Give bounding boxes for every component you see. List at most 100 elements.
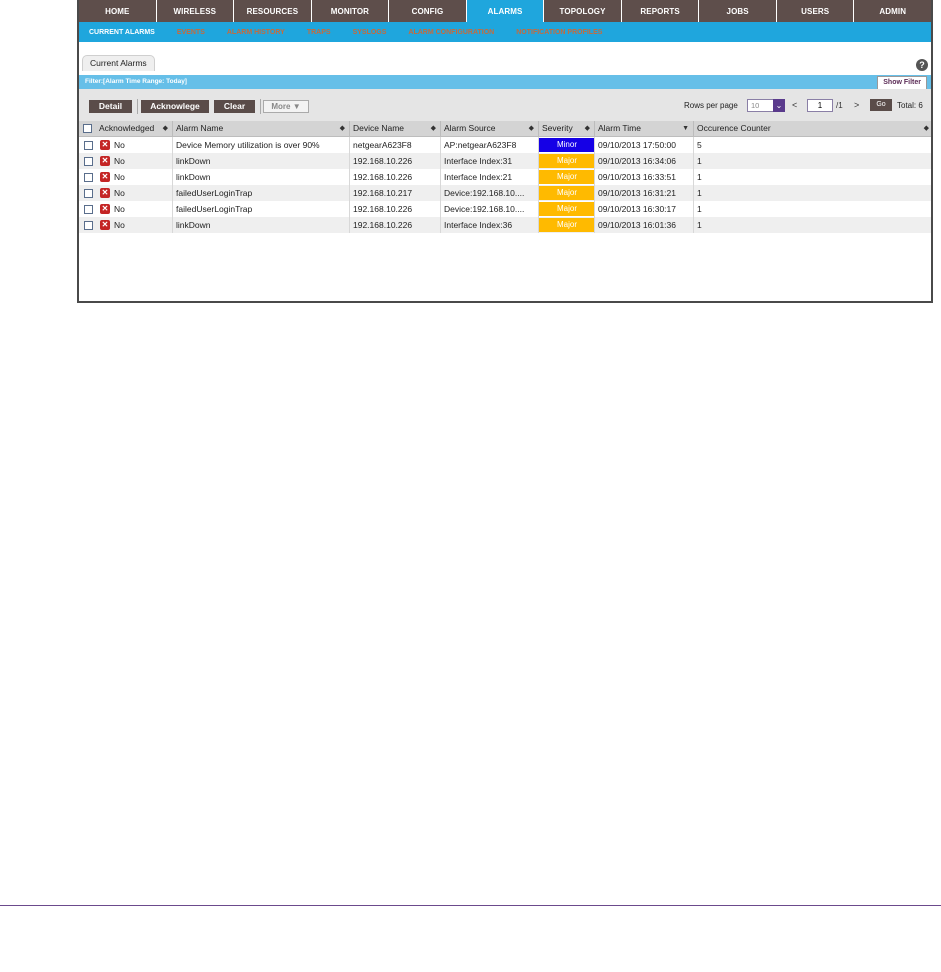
- ack-value: No: [114, 220, 125, 230]
- table-row[interactable]: ✕ No Device Memory utilization is over 90%…: [79, 137, 931, 153]
- count-cell: 1: [693, 153, 931, 169]
- time-cell: 09/10/2013 16:34:06: [594, 153, 693, 169]
- row-checkbox[interactable]: [84, 173, 93, 182]
- table-row[interactable]: ✕ No failedUserLoginTrap 192.168.10.226 Devi…: [79, 201, 931, 217]
- col-alarm-time[interactable]: Alarm Time ▼: [594, 121, 693, 136]
- ack-value: No: [114, 156, 125, 166]
- select-all-checkbox[interactable]: [83, 124, 92, 133]
- not-acknowledged-icon: ✕: [100, 204, 110, 214]
- col-device-name[interactable]: Device Name ◆: [349, 121, 440, 136]
- subnav-alarm-configuration[interactable]: ALARM CONFIGURATION: [408, 29, 494, 36]
- severity-cell: Major: [538, 201, 594, 217]
- nav-resources[interactable]: RESOURCES: [234, 0, 312, 22]
- row-checkbox[interactable]: [84, 205, 93, 214]
- nav-monitor[interactable]: MONITOR: [312, 0, 390, 22]
- acknowledge-button[interactable]: Acknowlege: [141, 100, 209, 113]
- subnav-notification-profiles[interactable]: NOTIFICATION PROFILES: [516, 29, 602, 36]
- count-cell: 1: [693, 185, 931, 201]
- nav-jobs[interactable]: JOBS: [699, 0, 777, 22]
- col-occurence-counter[interactable]: Occurence Counter ◆: [693, 121, 931, 136]
- sort-desc-icon: ▼: [682, 125, 689, 132]
- col-label: Severity: [542, 123, 573, 133]
- next-page-icon[interactable]: >: [854, 100, 859, 110]
- time-cell: 09/10/2013 17:50:00: [594, 137, 693, 153]
- sort-icon: ◆: [923, 125, 929, 132]
- rows-per-page-label: Rows per page: [684, 101, 738, 110]
- severity-badge: Major: [539, 170, 594, 184]
- show-filter-button[interactable]: Show Filter: [877, 76, 927, 90]
- severity-cell: Major: [538, 169, 594, 185]
- col-alarm-name[interactable]: Alarm Name ◆: [172, 121, 349, 136]
- help-icon[interactable]: ?: [916, 59, 928, 71]
- not-acknowledged-icon: ✕: [100, 140, 110, 150]
- rows-per-page-select[interactable]: 10: [747, 99, 774, 112]
- chevron-down-icon[interactable]: ⌄: [773, 99, 785, 112]
- nav-users[interactable]: USERS: [777, 0, 855, 22]
- page-number-input[interactable]: 1: [807, 99, 833, 112]
- count-cell: 1: [693, 201, 931, 217]
- time-cell: 09/10/2013 16:31:21: [594, 185, 693, 201]
- page-divider: [0, 905, 941, 906]
- filter-text: Filter:[Alarm Time Range: Today]: [85, 78, 187, 85]
- tab-current-alarms[interactable]: Current Alarms: [82, 55, 155, 71]
- detail-button[interactable]: Detail: [89, 100, 132, 113]
- col-severity[interactable]: Severity ◆: [538, 121, 594, 136]
- severity-badge: Major: [539, 186, 594, 200]
- prev-page-icon[interactable]: <: [792, 100, 797, 110]
- ack-value: No: [114, 140, 125, 150]
- row-checkbox[interactable]: [84, 221, 93, 230]
- table-row[interactable]: ✕ No failedUserLoginTrap 192.168.10.217 Devi…: [79, 185, 931, 201]
- subnav-alarm-history[interactable]: ALARM HISTORY: [227, 29, 285, 36]
- col-label: Alarm Source: [444, 123, 496, 133]
- not-acknowledged-icon: ✕: [100, 172, 110, 182]
- go-button[interactable]: Go: [870, 99, 892, 111]
- device-cell: 192.168.10.217: [349, 185, 440, 201]
- row-checkbox[interactable]: [84, 141, 93, 150]
- more-dropdown[interactable]: More ▼: [263, 100, 309, 113]
- nav-home[interactable]: HOME: [79, 0, 157, 22]
- device-cell: 192.168.10.226: [349, 201, 440, 217]
- ack-value: No: [114, 188, 125, 198]
- clear-button[interactable]: Clear: [214, 100, 255, 113]
- col-label: Occurence Counter: [697, 123, 771, 133]
- severity-badge: Major: [539, 154, 594, 168]
- col-label: Alarm Name: [176, 123, 224, 133]
- col-label: Alarm Time: [598, 123, 641, 133]
- col-acknowledged[interactable]: Acknowledged ◆: [96, 121, 172, 136]
- severity-badge: Major: [539, 218, 594, 232]
- sort-icon: ◆: [528, 125, 534, 132]
- table-row[interactable]: ✕ No linkDown 192.168.10.226 Interface Index…: [79, 217, 931, 233]
- nav-wireless[interactable]: WIRELESS: [157, 0, 235, 22]
- subnav-traps[interactable]: TRAPS: [307, 29, 331, 36]
- subnav-events[interactable]: EVENTS: [177, 29, 205, 36]
- subnav-syslogs[interactable]: SYSLOGS: [353, 29, 387, 36]
- severity-cell: Minor: [538, 137, 594, 153]
- count-cell: 1: [693, 169, 931, 185]
- nav-config[interactable]: CONFIG: [389, 0, 467, 22]
- subnav-current-alarms[interactable]: CURRENT ALARMS: [89, 29, 155, 36]
- count-cell: 1: [693, 217, 931, 233]
- filter-bar: Filter:[Alarm Time Range: Today] Show Fi…: [79, 75, 931, 90]
- ack-cell: ✕ No: [79, 185, 172, 201]
- ack-cell: ✕ No: [79, 201, 172, 217]
- name-cell: failedUserLoginTrap: [172, 201, 349, 217]
- nav-topology[interactable]: TOPOLOGY: [544, 0, 622, 22]
- sort-icon: ◆: [584, 125, 590, 132]
- table-row[interactable]: ✕ No linkDown 192.168.10.226 Interface Index…: [79, 169, 931, 185]
- table-row[interactable]: ✕ No linkDown 192.168.10.226 Interface Index…: [79, 153, 931, 169]
- alarms-window: HOME WIRELESS RESOURCES MONITOR CONFIG A…: [77, 0, 933, 303]
- severity-badge: Major: [539, 202, 594, 216]
- col-alarm-source[interactable]: Alarm Source ◆: [440, 121, 538, 136]
- time-cell: 09/10/2013 16:33:51: [594, 169, 693, 185]
- severity-cell: Major: [538, 217, 594, 233]
- nav-alarms[interactable]: ALARMS: [466, 0, 545, 22]
- device-cell: 192.168.10.226: [349, 217, 440, 233]
- row-checkbox[interactable]: [84, 157, 93, 166]
- row-checkbox[interactable]: [84, 189, 93, 198]
- name-cell: failedUserLoginTrap: [172, 185, 349, 201]
- not-acknowledged-icon: ✕: [100, 220, 110, 230]
- ack-cell: ✕ No: [79, 153, 172, 169]
- name-cell: linkDown: [172, 153, 349, 169]
- nav-admin[interactable]: ADMIN: [854, 0, 931, 22]
- nav-reports[interactable]: REPORTS: [622, 0, 700, 22]
